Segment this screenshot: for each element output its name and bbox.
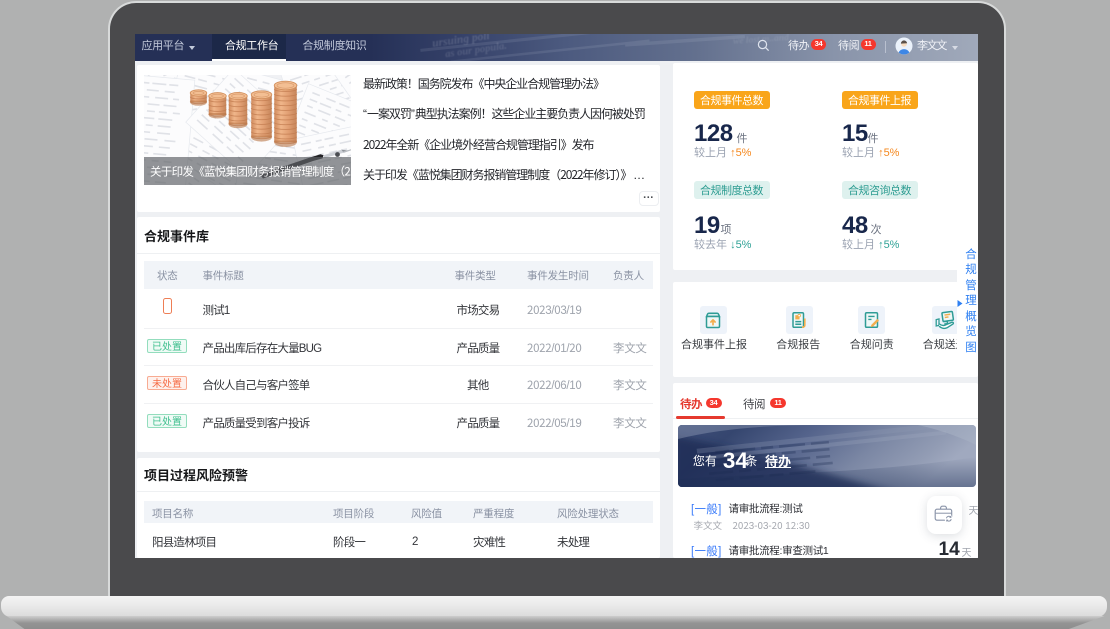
svg-text:关于印发《蓝悦集团财务报销管理制度（2...: 关于印发《蓝悦集团财务报销管理制度（2...	[150, 163, 351, 179]
